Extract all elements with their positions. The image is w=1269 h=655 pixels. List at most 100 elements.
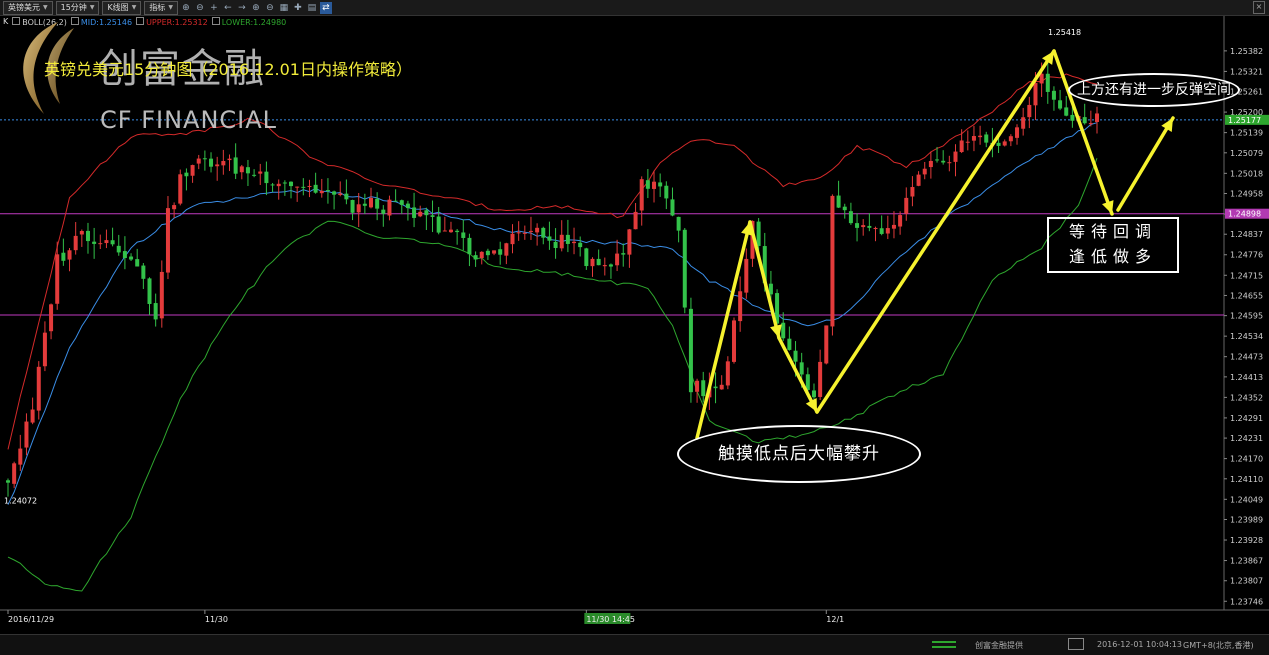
candle-body — [996, 142, 1001, 146]
candle-body — [848, 211, 853, 224]
chart-type-select[interactable]: K线图 ▼ — [102, 0, 142, 15]
y-tick-label: 1.25079 — [1230, 149, 1263, 158]
x-tick-label: 2016/11/29 — [8, 615, 54, 624]
candle-body — [725, 361, 730, 386]
candle-body — [319, 190, 324, 194]
candle-body — [528, 230, 533, 232]
candle-body — [30, 409, 35, 423]
chevron-down-icon: ▼ — [131, 3, 137, 11]
arrow-left-icon[interactable]: ← — [222, 2, 234, 14]
settings-icon[interactable]: ✚ — [292, 2, 304, 14]
candle-body — [221, 161, 226, 166]
y-tick-label: 1.24715 — [1230, 271, 1263, 280]
y-tick-label: 1.25139 — [1230, 129, 1263, 138]
annotation-wait-line2: 逢低做多 — [1068, 247, 1157, 266]
candle-body — [104, 240, 109, 244]
candle-body — [781, 322, 786, 339]
candle-body — [282, 182, 287, 184]
period-select[interactable]: 15分钟 ▼ — [55, 0, 100, 15]
candle-body — [215, 164, 220, 167]
candle-body — [547, 236, 552, 241]
candle-body — [1027, 104, 1032, 118]
zoom-out-icon[interactable]: ⊖ — [264, 2, 276, 14]
candle-body — [922, 168, 927, 175]
candle-body — [258, 171, 263, 174]
candle-body — [202, 158, 207, 160]
candle-body — [233, 157, 238, 174]
logo-en-text: CF FINANCIAL — [100, 106, 278, 134]
candle-body — [738, 291, 743, 322]
arrow-right-icon[interactable]: → — [236, 2, 248, 14]
candle-body — [92, 241, 97, 244]
candle-body — [461, 232, 466, 238]
candle-body — [861, 225, 866, 228]
y-tick-label: 1.25321 — [1230, 67, 1263, 76]
candle-body — [1058, 100, 1063, 109]
grid-icon[interactable]: ▦ — [278, 2, 290, 14]
candle-body — [818, 361, 823, 397]
zoom-in-icon[interactable]: ⊕ — [180, 2, 192, 14]
y-tick-label: 1.24291 — [1230, 414, 1263, 423]
candle-body — [1051, 90, 1056, 100]
candle-body — [1064, 107, 1069, 116]
candle-body — [713, 386, 718, 389]
candle-body — [430, 215, 435, 217]
candle-body — [196, 158, 201, 164]
close-icon[interactable]: × — [1253, 1, 1265, 14]
candle-body — [67, 250, 72, 260]
chevron-down-icon: ▼ — [168, 3, 173, 11]
status-timezone[interactable]: GMT+8(北京,香港) — [1183, 640, 1254, 651]
indicator-label: 指标 — [149, 2, 166, 12]
candle-body — [42, 332, 47, 367]
annotation-wait-line1: 等待回调 — [1068, 222, 1157, 241]
plus-icon[interactable]: + — [208, 2, 220, 14]
y-tick-label: 1.24776 — [1230, 251, 1263, 260]
y-tick-label: 1.24595 — [1230, 312, 1263, 321]
candle-body — [492, 250, 497, 254]
candle-body — [116, 245, 121, 253]
candle-body — [565, 234, 570, 244]
x-tick-label: 12/1 — [826, 615, 844, 624]
zoom-in-icon[interactable]: ⊕ — [250, 2, 262, 14]
candle-body — [756, 221, 761, 246]
symbol-select[interactable]: 英镑美元 ▼ — [3, 0, 53, 15]
candle-body — [615, 253, 620, 266]
candle-body — [1008, 136, 1013, 142]
candle-body — [36, 366, 41, 411]
candle-body — [73, 235, 78, 251]
candle-body — [350, 200, 355, 213]
candle-body — [448, 229, 453, 233]
candle-body — [98, 243, 103, 245]
candle-body — [799, 362, 804, 375]
indicator-select[interactable]: 指标 ▼ — [144, 0, 178, 15]
candle-body — [695, 380, 700, 392]
candle-body — [885, 228, 890, 234]
candle-body — [313, 184, 318, 193]
candle-body — [239, 166, 244, 173]
chart-title: 英镑兑美元15分钟图（2016.12.01日内操作策略） — [44, 60, 412, 79]
y-tick-label: 1.24170 — [1230, 455, 1263, 464]
candle-body — [1021, 117, 1026, 129]
candle-body — [473, 255, 478, 260]
candle-body — [325, 190, 330, 192]
candle-body — [122, 251, 127, 259]
candle-body — [375, 198, 380, 209]
zoom-out-icon[interactable]: ⊖ — [194, 2, 206, 14]
status-datetime: 2016-12-01 10:04:13 — [1097, 640, 1182, 649]
candle-body — [1070, 114, 1075, 121]
candle-body — [344, 193, 349, 200]
chevron-down-icon: ▼ — [89, 3, 95, 11]
candle-body — [891, 224, 896, 229]
candle-body — [584, 248, 589, 267]
y-tick-label: 1.24473 — [1230, 353, 1263, 362]
candle-body — [916, 174, 921, 186]
candle-body — [953, 151, 958, 162]
y-tick-label: 1.25018 — [1230, 169, 1263, 178]
candle-body — [688, 308, 693, 393]
link-icon[interactable]: ⇄ — [319, 1, 332, 14]
status-provider: 创富金融提供 — [975, 641, 1023, 650]
chart-icon[interactable]: ▤ — [306, 2, 318, 14]
y-tick-label: 1.24837 — [1230, 230, 1263, 239]
y-tick-label: 1.24655 — [1230, 291, 1263, 300]
candle-body — [12, 463, 17, 484]
